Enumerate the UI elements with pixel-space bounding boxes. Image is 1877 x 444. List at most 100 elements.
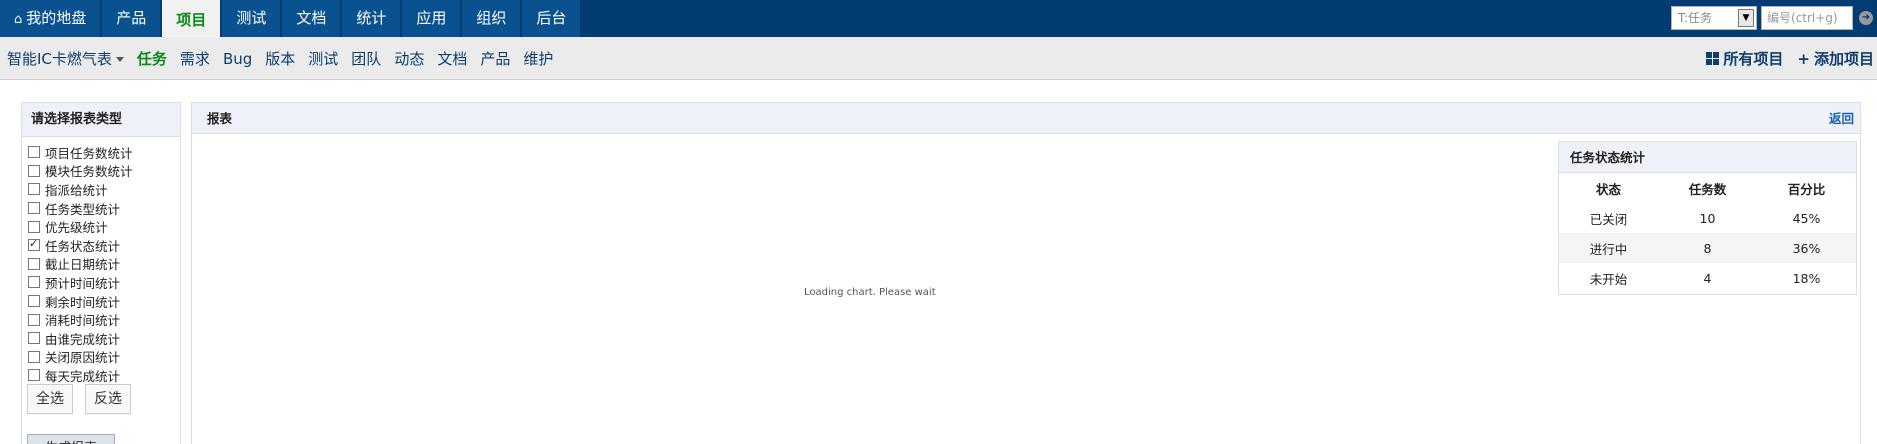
subnav-item-task[interactable]: 任务 xyxy=(137,48,167,69)
tab-label: 后台 xyxy=(536,9,567,27)
search-input[interactable]: 编号(ctrl+g) xyxy=(1761,6,1853,30)
cell-status: 进行中 xyxy=(1559,233,1658,263)
report-type-list: 项目任务数统计模块任务数统计指派给统计任务类型统计优先级统计任务状态统计截止日期… xyxy=(22,137,180,385)
tab-label: 测试 xyxy=(236,9,267,27)
subnav-item-doc[interactable]: 文档 xyxy=(437,48,467,69)
subnav-menu: 智能IC卡燃气表 任务 需求 Bug 版本 测试 团队 动态 文档 产品 维护 xyxy=(7,37,566,80)
tab-report[interactable]: 统计 xyxy=(342,0,401,37)
chart-loading-text: Loading chart. Please wait xyxy=(804,287,936,298)
report-type-option[interactable]: 截止日期统计 xyxy=(28,255,180,274)
report-type-option[interactable]: 剩余时间统计 xyxy=(28,292,180,311)
add-project-label: 添加项目 xyxy=(1813,50,1874,68)
report-type-option[interactable]: 每天完成统计 xyxy=(28,366,180,385)
project-subnav: 智能IC卡燃气表 任务 需求 Bug 版本 测试 团队 动态 文档 产品 维护 … xyxy=(0,37,1877,80)
tab-admin[interactable]: 后台 xyxy=(522,0,581,37)
report-type-checkbox[interactable] xyxy=(28,276,40,289)
report-type-label: 预计时间统计 xyxy=(45,275,121,291)
tab-doc[interactable]: 文档 xyxy=(282,0,341,37)
report-type-checkbox[interactable] xyxy=(28,332,40,345)
search-type-value: T:任务 xyxy=(1678,11,1713,25)
subnav-item-team[interactable]: 团队 xyxy=(351,48,381,69)
report-type-checkbox[interactable] xyxy=(28,257,40,270)
report-type-option[interactable]: 消耗时间统计 xyxy=(28,310,180,329)
report-type-option[interactable]: 指派给统计 xyxy=(28,180,180,199)
all-projects-label: 所有项目 xyxy=(1723,50,1784,68)
caret-down-icon xyxy=(115,57,124,62)
search-go-icon[interactable]: ➜ xyxy=(1859,11,1873,25)
report-type-label: 由谁完成统计 xyxy=(45,331,121,347)
back-link[interactable]: 返回 xyxy=(1829,103,1854,134)
subnav-item-test[interactable]: 测试 xyxy=(308,48,338,69)
report-type-checkbox[interactable] xyxy=(28,220,40,233)
subnav-item-build[interactable]: 版本 xyxy=(265,48,295,69)
report-type-option[interactable]: 预计时间统计 xyxy=(28,273,180,292)
report-type-checkbox[interactable] xyxy=(28,350,40,363)
report-type-checkbox[interactable] xyxy=(28,164,40,177)
table-row: 进行中 8 36% xyxy=(1559,233,1856,263)
invert-selection-button[interactable]: 反选 xyxy=(85,384,131,414)
tab-company[interactable]: 组织 xyxy=(462,0,521,37)
tab-product[interactable]: 产品 xyxy=(102,0,161,37)
select-all-button[interactable]: 全选 xyxy=(27,384,73,414)
subnav-item-dynamic[interactable]: 动态 xyxy=(394,48,424,69)
subnav-item-story[interactable]: 需求 xyxy=(180,48,210,69)
col-header-count: 任务数 xyxy=(1688,181,1727,197)
report-type-label: 项目任务数统计 xyxy=(45,145,133,161)
report-type-option[interactable]: 模块任务数统计 xyxy=(28,162,180,181)
report-type-checkbox[interactable] xyxy=(28,313,40,326)
search-type-select[interactable]: T:任务 ▼ xyxy=(1671,6,1757,30)
cell-status: 未开始 xyxy=(1589,271,1628,287)
cell-percent: 36% xyxy=(1757,233,1856,263)
cell-count: 10 xyxy=(1699,210,1716,226)
tab-app[interactable]: 应用 xyxy=(402,0,461,37)
report-type-option[interactable]: 优先级统计 xyxy=(28,217,180,236)
stats-title: 任务状态统计 xyxy=(1559,142,1856,173)
report-type-checkbox[interactable] xyxy=(28,202,40,215)
add-project-link[interactable]: + 添加项目 xyxy=(1797,48,1874,69)
grid-icon xyxy=(1706,52,1720,65)
report-type-checkbox[interactable] xyxy=(28,183,40,196)
report-type-label: 消耗时间统计 xyxy=(45,313,121,329)
report-type-label: 截止日期统计 xyxy=(45,257,121,273)
report-type-option[interactable]: 项目任务数统计 xyxy=(28,143,180,162)
project-switcher[interactable]: 智能IC卡燃气表 xyxy=(7,48,124,69)
selection-buttons: 全选 反选 xyxy=(27,384,143,414)
cell-percent: 18% xyxy=(1792,270,1821,286)
report-type-option[interactable]: 关闭原因统计 xyxy=(28,348,180,367)
tab-label: 项目 xyxy=(176,11,207,29)
report-title: 报表 xyxy=(192,103,1860,134)
report-type-checkbox[interactable] xyxy=(28,369,40,382)
report-type-checkbox[interactable] xyxy=(28,146,40,159)
table-row: 未开始 4 18% xyxy=(1559,263,1856,293)
tab-label: 产品 xyxy=(116,9,147,27)
report-type-checkbox[interactable] xyxy=(28,237,40,252)
tab-test[interactable]: 测试 xyxy=(222,0,281,37)
tab-project[interactable]: 项目 xyxy=(162,0,221,37)
subnav-item-product[interactable]: 产品 xyxy=(480,48,510,69)
generate-report-button[interactable]: 生成报表 xyxy=(27,434,115,444)
table-row: 已关闭 10 45% xyxy=(1559,203,1856,233)
tab-label: 文档 xyxy=(296,9,327,27)
report-type-label: 任务状态统计 xyxy=(45,238,121,254)
subnav-item-manage[interactable]: 维护 xyxy=(523,48,553,69)
report-type-label: 剩余时间统计 xyxy=(45,294,121,310)
subnav-item-bug[interactable]: Bug xyxy=(223,50,252,68)
report-type-panel: 请选择报表类型 项目任务数统计模块任务数统计指派给统计任务类型统计优先级统计任务… xyxy=(21,102,181,444)
tab-label: 我的地盘 xyxy=(26,9,87,27)
subnav-actions: 所有项目 + 添加项目 xyxy=(1692,37,1874,80)
plus-icon: + xyxy=(1797,50,1810,68)
tab-my-dashboard[interactable]: ⌂ 我的地盘 xyxy=(0,0,101,37)
home-icon: ⌂ xyxy=(14,12,23,27)
report-type-checkbox[interactable] xyxy=(28,295,40,308)
task-status-stats: 任务状态统计 状态 任务数 百分比 已关闭 10 45% 进行中 8 36% 未… xyxy=(1558,141,1857,295)
search-placeholder: 编号(ctrl+g) xyxy=(1767,11,1838,25)
tab-label: 统计 xyxy=(356,9,387,27)
chevron-down-icon[interactable]: ▼ xyxy=(1738,9,1754,27)
report-type-label: 指派给统计 xyxy=(45,182,108,198)
all-projects-link[interactable]: 所有项目 xyxy=(1706,48,1783,69)
report-type-option[interactable]: 由谁完成统计 xyxy=(28,329,180,348)
report-type-option[interactable]: 任务状态统计 xyxy=(28,236,180,255)
main-nav: ⌂ 我的地盘 产品 项目 测试 文档 统计 应用 组织 后台 xyxy=(0,0,582,37)
report-type-option[interactable]: 任务类型统计 xyxy=(28,199,180,218)
cell-count: 8 xyxy=(1658,233,1757,263)
